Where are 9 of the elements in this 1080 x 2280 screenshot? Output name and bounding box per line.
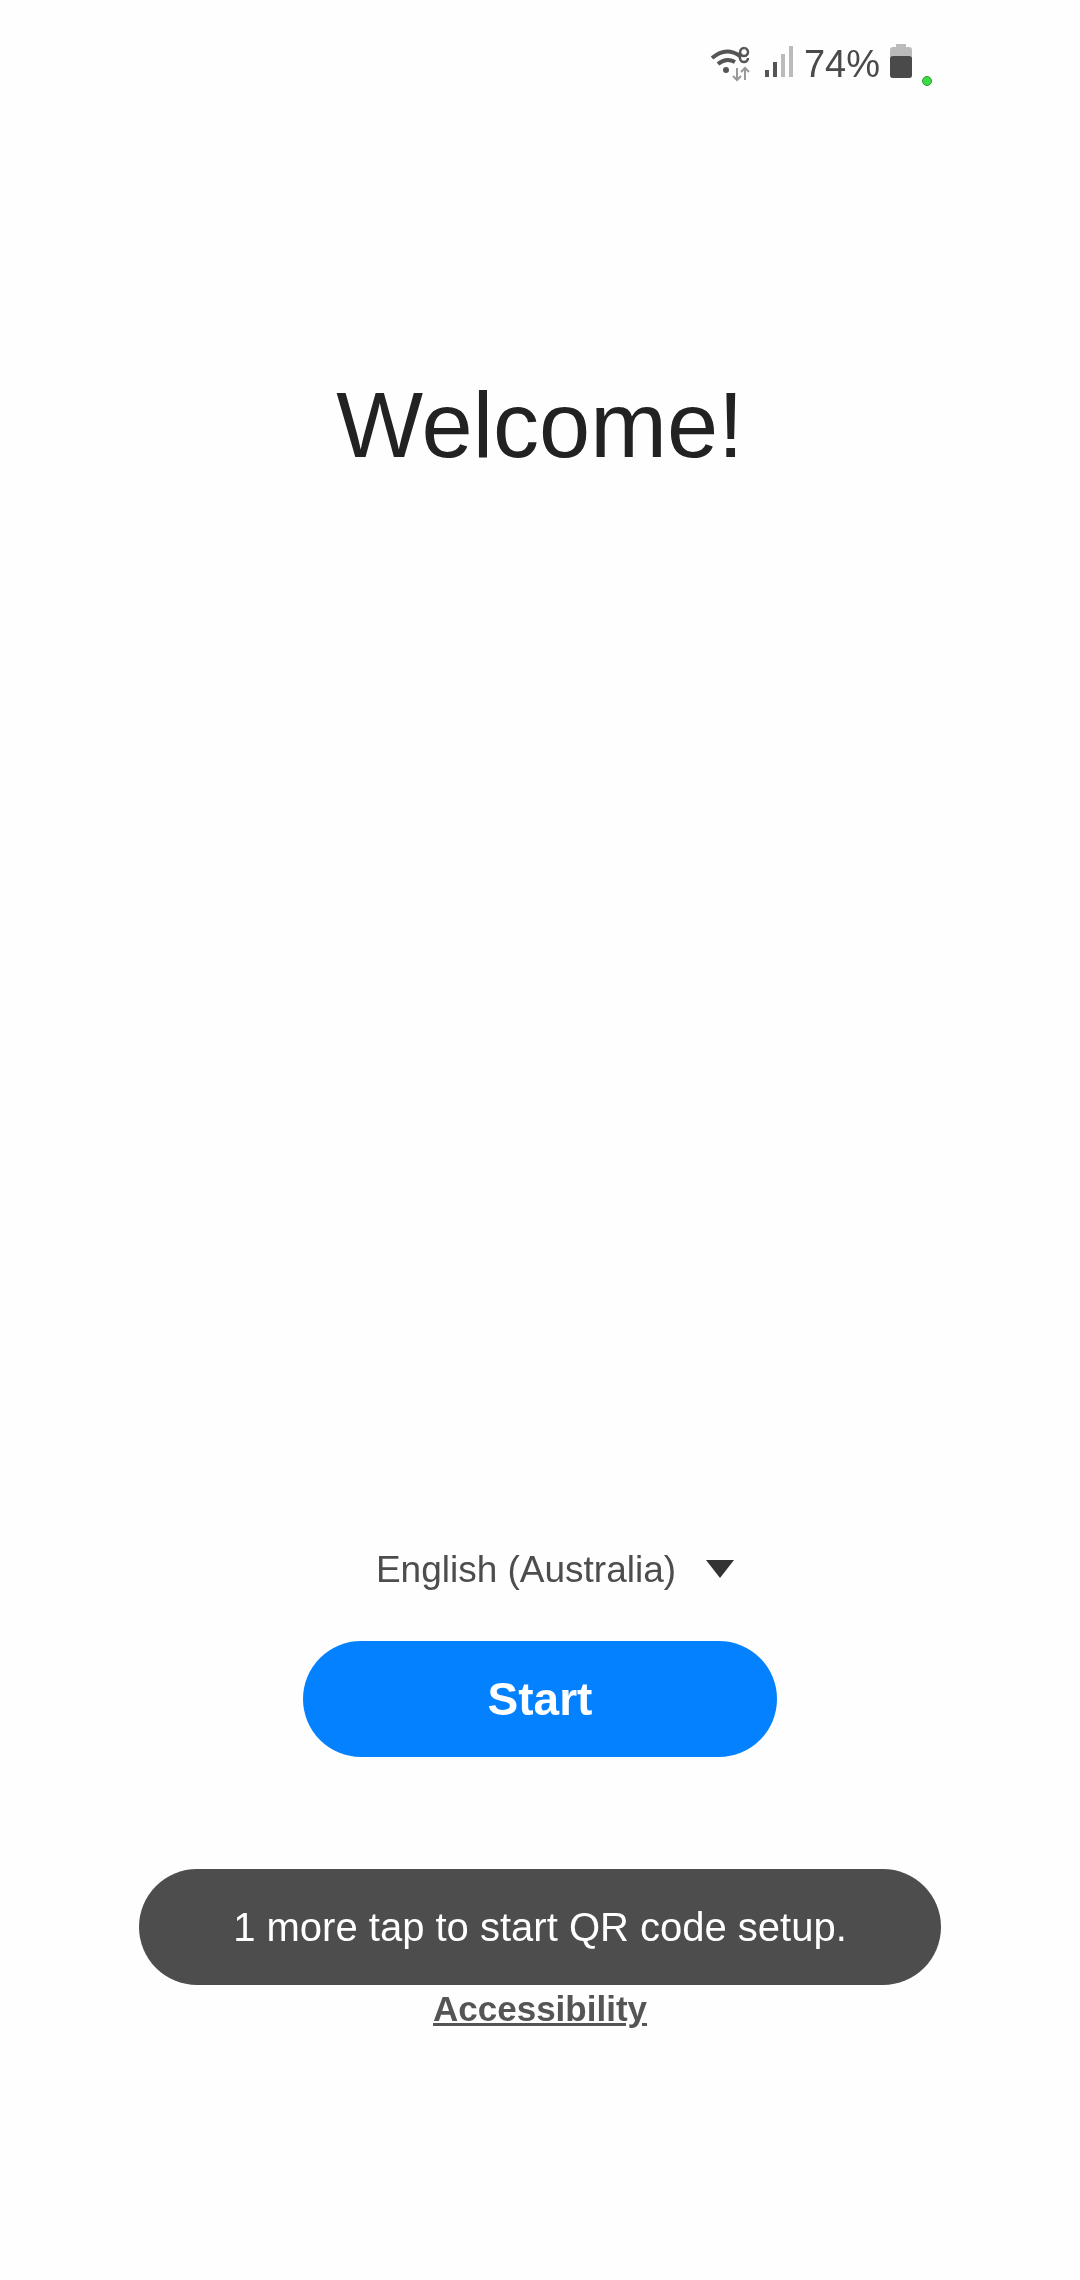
- dropdown-arrow-icon: [706, 1560, 735, 1580]
- battery-icon: [890, 44, 912, 78]
- signal-icon: [763, 44, 794, 78]
- start-button[interactable]: Start: [303, 1641, 777, 1757]
- welcome-title: Welcome!: [336, 373, 744, 478]
- language-dropdown[interactable]: English (Australia): [375, 1548, 735, 1592]
- accessibility-link[interactable]: Accessibility: [433, 1989, 647, 2029]
- battery-percentage: 74%: [803, 44, 880, 84]
- qr-setup-toast: 1 more tap to start QR code setup.: [139, 1869, 941, 1985]
